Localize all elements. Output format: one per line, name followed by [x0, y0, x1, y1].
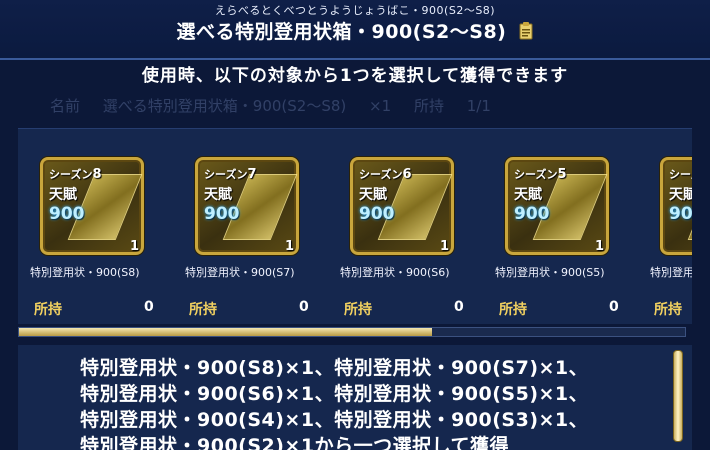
- ticket-icon[interactable]: シーズン4 天賦 900: [660, 157, 692, 255]
- item-name: 特別登用状・900(S7): [185, 266, 295, 279]
- item-option[interactable]: シーズン5 天賦 900 1 特別登用状・900(S5) 所持 0: [483, 129, 633, 324]
- description-line: 特別登用状・900(S4)×1、特別登用状・900(S3)×1、: [80, 409, 589, 431]
- item-name: 特別登用状・900(S6): [340, 266, 450, 279]
- item-name: 特別登用状・900(S8): [30, 266, 140, 279]
- description-line: 特別登用状・900(S6)×1、特別登用状・900(S5)×1、: [80, 383, 589, 405]
- background-item-row: 名前 選べる特別登用状箱・900(S2～S8) ×1 所持 1/1: [50, 97, 491, 115]
- clipboard-icon[interactable]: [519, 22, 533, 40]
- dialog-title-row: 選べる特別登用状箱・900(S2～S8): [0, 17, 710, 44]
- item-option[interactable]: シーズン7 天賦 900 1 特別登用状・900(S7) 所持 0: [173, 129, 323, 324]
- item-name: 特別登用状・900(S5): [495, 266, 605, 279]
- instruction-text: 使用時、以下の対象から1つを選択して獲得できます: [141, 66, 569, 86]
- owned-value: 0: [454, 299, 464, 315]
- description-line: 特別登用状・900(S2)×1から一つ選択して獲得: [80, 435, 510, 450]
- owned-label: 所持: [499, 302, 527, 318]
- item-count: 1: [440, 239, 450, 254]
- dialog-title: 選べる特別登用状箱・900(S2～S8): [176, 21, 507, 43]
- owned-value: 0: [609, 299, 619, 315]
- horizontal-scrollbar[interactable]: [18, 327, 686, 337]
- owned-label: 所持: [654, 302, 682, 318]
- item-count: 1: [130, 239, 140, 254]
- dialog-header: えらべるとくべつとうようじょうばこ・900(S2～S8) 選べる特別登用状箱・9…: [0, 0, 710, 60]
- title-reading: えらべるとくべつとうようじょうばこ・900(S2～S8): [214, 4, 496, 17]
- ticket-icon[interactable]: シーズン8 天賦 900: [40, 157, 144, 255]
- item-option[interactable]: シーズン8 天賦 900 1 特別登用状・900(S8) 所持 0: [18, 129, 168, 324]
- owned-label: 所持: [189, 302, 217, 318]
- owned-label: 所持: [344, 302, 372, 318]
- item-count: 1: [595, 239, 605, 254]
- description-line: 特別登用状・900(S8)×1、特別登用状・900(S7)×1、: [80, 357, 589, 379]
- item-option[interactable]: シーズン6 天賦 900 1 特別登用状・900(S6) 所持 0: [328, 129, 478, 324]
- item-count: 1: [285, 239, 295, 254]
- ticket-icon[interactable]: シーズン6 天賦 900: [350, 157, 454, 255]
- owned-value: 0: [144, 299, 154, 315]
- item-list-panel: シーズン8 天賦 900 1 特別登用状・900(S8) 所持 0 シーズン7 …: [18, 128, 692, 324]
- scrollbar-thumb[interactable]: [19, 328, 432, 336]
- owned-value: 0: [299, 299, 309, 315]
- item-name: 特別登用状・900(S4): [650, 266, 692, 279]
- item-option[interactable]: シーズン4 天賦 900 特別登用状・900(S4) 所持: [638, 129, 692, 324]
- owned-label: 所持: [34, 302, 62, 318]
- ticket-icon[interactable]: シーズン5 天賦 900: [505, 157, 609, 255]
- description-box: 特別登用状・900(S8)×1、特別登用状・900(S7)×1、 特別登用状・9…: [18, 345, 692, 450]
- vertical-scrollbar[interactable]: [673, 350, 683, 442]
- ticket-icon[interactable]: シーズン7 天賦 900: [195, 157, 299, 255]
